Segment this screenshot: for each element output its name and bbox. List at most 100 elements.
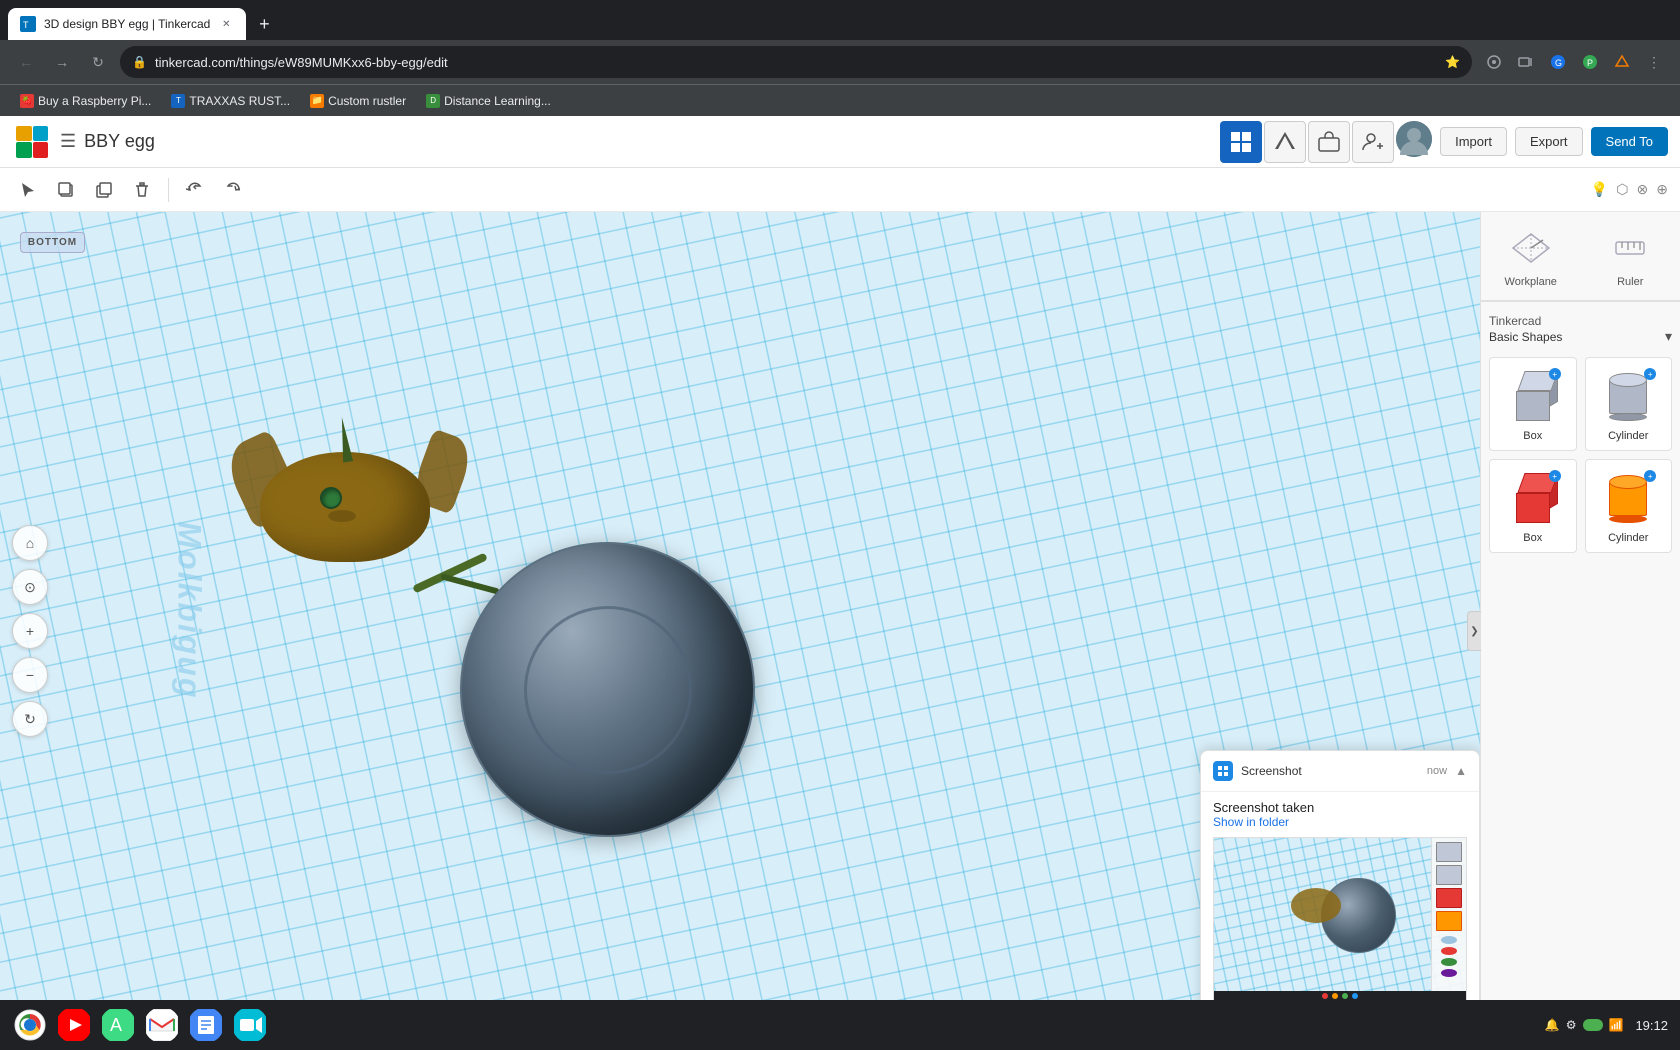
- hint-icon-2: ⬡: [1616, 181, 1628, 198]
- shape-provider: Tinkercad: [1489, 314, 1672, 328]
- cyl-bottom-gray: [1609, 413, 1647, 421]
- project-title[interactable]: BBY egg: [84, 131, 1220, 152]
- extensions-icon[interactable]: [1480, 48, 1508, 76]
- security-icon: 🔒: [132, 55, 147, 69]
- shape-item-cyl-gray[interactable]: + Cylinder: [1585, 357, 1673, 451]
- preview-shapes-panel: [1431, 838, 1466, 1001]
- canvas-area[interactable]: BOTTOM ⌂ ⊙ + − ↻: [0, 212, 1480, 1050]
- shape-lib-selector[interactable]: Basic Shapes ▾: [1489, 328, 1672, 345]
- shape-add-icon-3: +: [1549, 470, 1561, 482]
- new-tab-button[interactable]: +: [250, 10, 278, 38]
- preview-color-1: [1441, 936, 1457, 944]
- shape-label-box-red: Box: [1523, 532, 1542, 544]
- yoda-eye: [320, 487, 342, 509]
- taskbar-youtube-icon[interactable]: [56, 1007, 92, 1043]
- shape-label-cyl-gray: Cylinder: [1608, 430, 1648, 442]
- extension-icon-3[interactable]: [1608, 48, 1636, 76]
- shape-library: Tinkercad Basic Shapes ▾: [1481, 302, 1680, 561]
- yoda-assembly[interactable]: [260, 452, 430, 562]
- shape-item-box-red[interactable]: + Box: [1489, 459, 1577, 553]
- workplane-icon: [1507, 224, 1555, 272]
- delete-tool-button[interactable]: [126, 174, 158, 206]
- bookmark-custom-rustler[interactable]: 📁 Custom rustler: [302, 90, 414, 112]
- shape-item-box-gray[interactable]: + Box: [1489, 357, 1577, 451]
- taskbar-meet-icon[interactable]: [232, 1007, 268, 1043]
- bb8-body-sphere[interactable]: [460, 542, 755, 837]
- bookmark-traxxas[interactable]: T TRAXXAS RUST...: [163, 90, 298, 112]
- hint-icons: 💡 ⬡ ⊗ ⊕: [1591, 181, 1668, 198]
- taskbar-settings-icon[interactable]: ⚙: [1566, 1018, 1577, 1032]
- forward-button[interactable]: →: [48, 48, 76, 76]
- reload-button[interactable]: ↻: [84, 48, 112, 76]
- notification-title: Screenshot taken: [1213, 800, 1467, 815]
- main-area: BOTTOM ⌂ ⊙ + − ↻: [0, 212, 1680, 1050]
- user-avatar[interactable]: [1396, 121, 1432, 157]
- preview-shape-4: [1436, 911, 1462, 931]
- bookmark-favicon-4: D: [426, 94, 440, 108]
- svg-text:P: P: [1587, 58, 1593, 68]
- taskbar-status-icons: 🔔 ⚙ 📶: [1545, 1018, 1624, 1032]
- shape-item-cyl-orange[interactable]: + Cylinder: [1585, 459, 1673, 553]
- redo-button[interactable]: [217, 174, 249, 206]
- right-panel: Workplane Ruler: [1480, 212, 1680, 1050]
- shape-icon-cyl-orange: +: [1598, 468, 1658, 528]
- bookmark-label-3: Custom rustler: [328, 94, 406, 108]
- edit-toolbar: 💡 ⬡ ⊗ ⊕: [0, 168, 1680, 212]
- bookmark-distance-learning[interactable]: D Distance Learning...: [418, 90, 559, 112]
- bookmark-favicon-1: 🍓: [20, 94, 34, 108]
- briefcase-button[interactable]: [1308, 121, 1350, 163]
- undo-button[interactable]: [179, 174, 211, 206]
- bookmark-label-2: TRAXXAS RUST...: [189, 94, 290, 108]
- shape-add-icon-1: +: [1549, 368, 1561, 380]
- workplane-ruler-row: Workplane Ruler: [1481, 212, 1680, 302]
- bookmark-raspberry-pi[interactable]: 🍓 Buy a Raspberry Pi...: [12, 90, 159, 112]
- active-tab[interactable]: T 3D design BBY egg | Tinkercad ✕: [8, 8, 246, 40]
- taskbar-gmail-icon[interactable]: [144, 1007, 180, 1043]
- logo-cell-green: [16, 142, 32, 158]
- workplane-button[interactable]: Workplane: [1481, 212, 1581, 301]
- cast-icon[interactable]: [1512, 48, 1540, 76]
- add-user-button[interactable]: [1352, 121, 1394, 163]
- preview-shape-1: [1436, 842, 1462, 862]
- ruler-button[interactable]: Ruler: [1581, 212, 1680, 301]
- taskbar-android-icon[interactable]: A: [100, 1007, 136, 1043]
- menu-icon[interactable]: ☰: [60, 131, 76, 152]
- import-button[interactable]: Import: [1440, 127, 1507, 156]
- panel-toggle-button[interactable]: ❯: [1467, 611, 1481, 651]
- duplicate-tool-button[interactable]: [50, 174, 82, 206]
- more-options-button[interactable]: ⋮: [1640, 48, 1668, 76]
- export-button[interactable]: Export: [1515, 127, 1583, 156]
- notification-show-folder[interactable]: Show in folder: [1213, 815, 1467, 829]
- tinkercad-logo[interactable]: [12, 122, 52, 162]
- select-tool-button[interactable]: [12, 174, 44, 206]
- preview-yoda: [1291, 888, 1341, 923]
- notification-app-name: Screenshot: [1241, 764, 1419, 778]
- shape-icon-box-gray: +: [1503, 366, 1563, 426]
- back-button[interactable]: ←: [12, 48, 40, 76]
- hint-icon-1: 💡: [1591, 181, 1608, 198]
- notification-expand-button[interactable]: ▲: [1455, 764, 1467, 778]
- right-panel-top: Workplane Ruler: [1481, 212, 1680, 561]
- notification-body: Screenshot taken Show in folder: [1201, 792, 1479, 1010]
- extension-icon-1[interactable]: G: [1544, 48, 1572, 76]
- preview-color-3: [1441, 958, 1457, 966]
- taskbar-chrome-icon[interactable]: [12, 1007, 48, 1043]
- shape-icon-cyl-gray: +: [1598, 366, 1658, 426]
- shape-library-dropdown-icon[interactable]: ▾: [1665, 328, 1672, 345]
- browser-toolbar-icons: G P ⋮: [1480, 48, 1668, 76]
- tab-bar: T 3D design BBY egg | Tinkercad ✕ +: [0, 0, 1680, 40]
- send-to-button[interactable]: Send To: [1591, 127, 1668, 156]
- extension-icon-2[interactable]: P: [1576, 48, 1604, 76]
- shapes-view-button[interactable]: [1264, 121, 1306, 163]
- shape-lib-info: Tinkercad Basic Shapes ▾: [1489, 314, 1672, 345]
- taskbar-docs-icon[interactable]: [188, 1007, 224, 1043]
- taskbar-right: 🔔 ⚙ 📶 19:12: [1545, 1018, 1668, 1033]
- address-bar[interactable]: 🔒 tinkercad.com/things/eW89MUMKxx6-bby-e…: [120, 46, 1472, 78]
- grid-view-button[interactable]: [1220, 121, 1262, 163]
- tab-close-button[interactable]: ✕: [218, 16, 234, 32]
- copy-tool-button[interactable]: [88, 174, 120, 206]
- yoda-snout: [328, 510, 356, 522]
- bookmark-favicon-2: T: [171, 94, 185, 108]
- bb8-sphere-circle: [524, 606, 692, 774]
- shape-lib-header: Tinkercad Basic Shapes ▾: [1489, 310, 1672, 349]
